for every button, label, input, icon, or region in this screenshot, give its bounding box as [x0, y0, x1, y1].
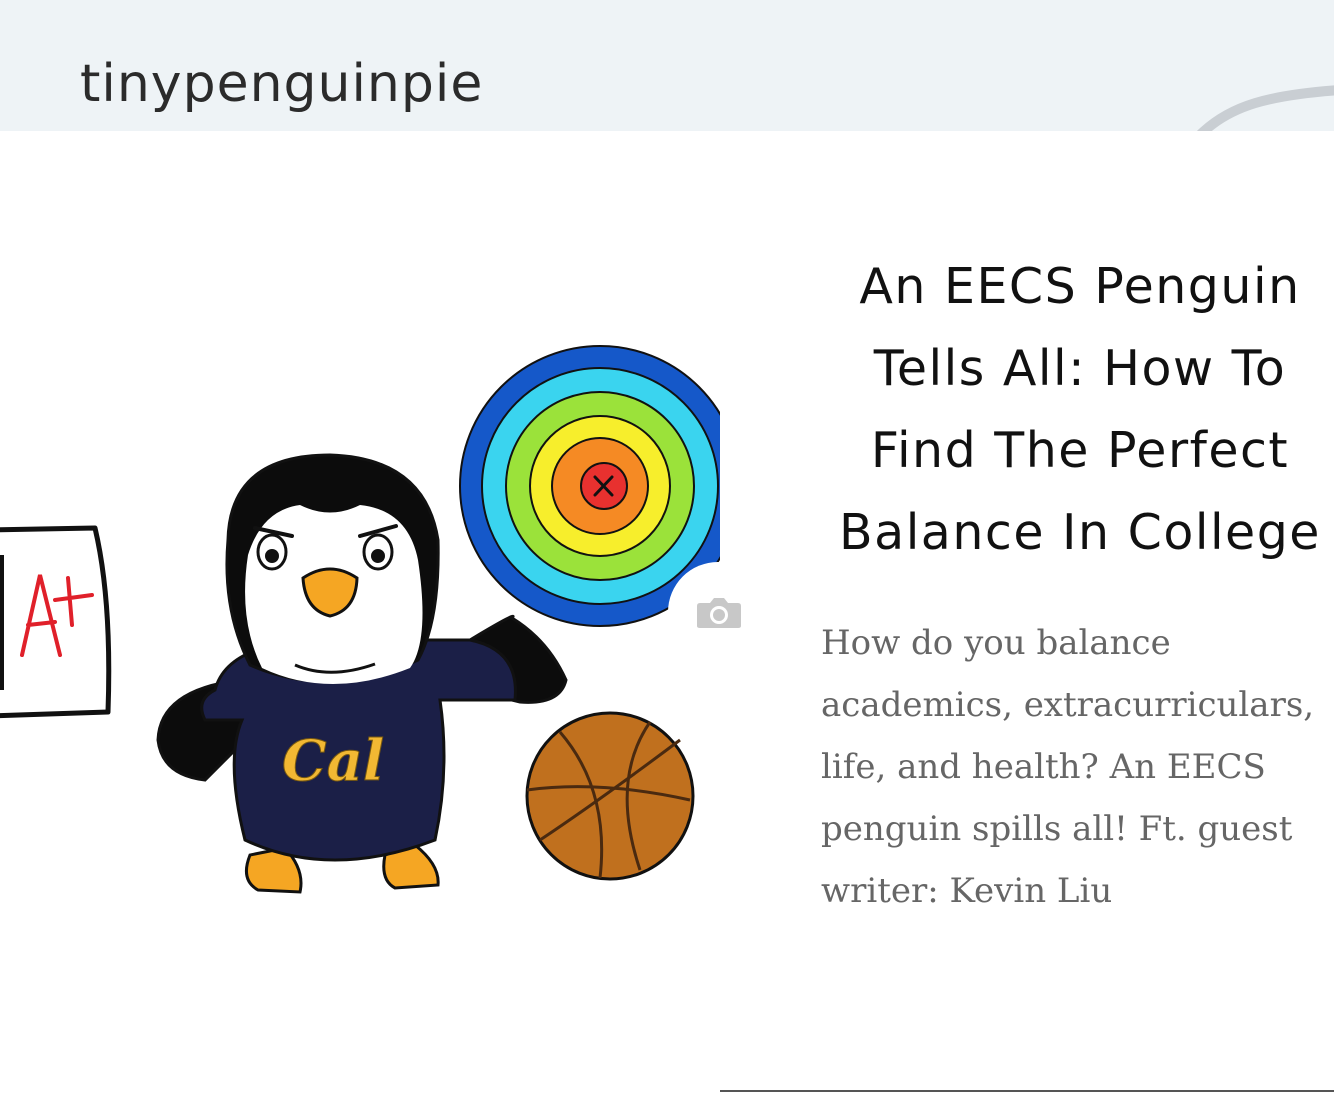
site-title-link[interactable]: tinypenguinpie — [80, 58, 483, 110]
featured-image[interactable]: A+ — [0, 300, 760, 920]
post-title-link[interactable]: An EECS Penguin Tells All: How To Find T… — [826, 246, 1334, 574]
content-divider — [720, 1090, 1334, 1092]
a-plus-paper: A+ — [0, 525, 112, 719]
site-header: tinypenguinpie — [0, 0, 1334, 131]
photo-credit-button[interactable] — [668, 562, 768, 662]
header-swoosh-decoration — [1196, 85, 1334, 131]
post-excerpt: How do you balance academics, extracurri… — [821, 623, 1315, 911]
camera-icon — [697, 598, 741, 628]
basketball — [525, 711, 695, 881]
sweater-cal-text: Cal — [282, 728, 384, 794]
